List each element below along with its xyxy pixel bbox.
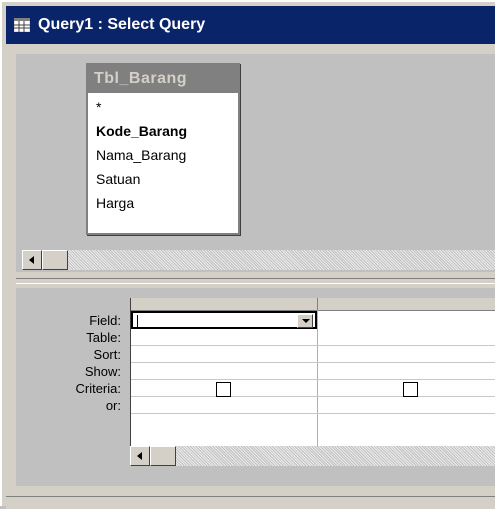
field-list-item-all[interactable]: * [96, 95, 187, 119]
row-divider [131, 362, 495, 363]
grid-scroll-left-button[interactable] [130, 446, 150, 466]
show-checkbox-col-1[interactable] [216, 382, 231, 397]
chevron-down-icon [302, 319, 310, 323]
grid-scroll-thumb[interactable] [150, 446, 176, 466]
field-list-tbl-barang[interactable]: Tbl_Barang * Kode_Barang Nama_Barang Sat… [86, 63, 240, 235]
row-divider [131, 379, 495, 380]
pane-splitter[interactable] [16, 278, 495, 284]
query-grid-icon [14, 18, 30, 32]
query-window: Query1 : Select Query Tbl_Barang * Kode_… [0, 0, 495, 509]
row-divider [131, 396, 495, 397]
table-pane: Tbl_Barang * Kode_Barang Nama_Barang Sat… [16, 54, 495, 272]
field-dropdown-button[interactable] [297, 314, 313, 328]
arrow-left-icon [137, 452, 142, 460]
design-grid-pane: Field: Table: Sort: Show: Criteria: or: [16, 288, 495, 486]
row-divider [131, 345, 495, 346]
row-label-criteria: Criteria: [75, 381, 121, 396]
row-divider [131, 413, 495, 414]
field-list-caption[interactable]: Tbl_Barang [88, 65, 238, 93]
column-divider [317, 298, 318, 310]
row-label-sort: Sort: [93, 347, 121, 362]
window-title: Query1 : Select Query [38, 16, 206, 33]
grid-row-labels: Field: Table: Sort: Show: Criteria: or: [16, 312, 121, 414]
table-pane-scrollbar[interactable] [22, 250, 495, 270]
grid-scrollbar[interactable] [130, 446, 495, 466]
show-checkbox-col-2[interactable] [403, 382, 418, 397]
column-selector-bar[interactable] [131, 298, 495, 311]
field-list-item-kode-barang[interactable]: Kode_Barang [96, 119, 187, 143]
field-list-item-satuan[interactable]: Satuan [96, 167, 187, 191]
row-label-or: or: [105, 398, 121, 413]
query-design-grid [130, 298, 495, 450]
window-bottom-edge [6, 496, 495, 509]
scroll-left-button[interactable] [22, 250, 42, 270]
field-list-item-nama-barang[interactable]: Nama_Barang [96, 143, 187, 167]
scroll-thumb[interactable] [42, 250, 68, 270]
field-cell-col-1[interactable] [131, 311, 317, 329]
column-separator [317, 310, 318, 450]
row-label-show: Show: [84, 364, 121, 379]
title-bar[interactable]: Query1 : Select Query [6, 6, 495, 44]
field-list: * Kode_Barang Nama_Barang Satuan Harga [96, 95, 187, 215]
row-label-field: Field: [89, 313, 121, 328]
field-list-item-harga[interactable]: Harga [96, 191, 187, 215]
arrow-left-icon [29, 256, 34, 264]
text-caret [137, 315, 138, 327]
row-label-table: Table: [86, 330, 121, 345]
